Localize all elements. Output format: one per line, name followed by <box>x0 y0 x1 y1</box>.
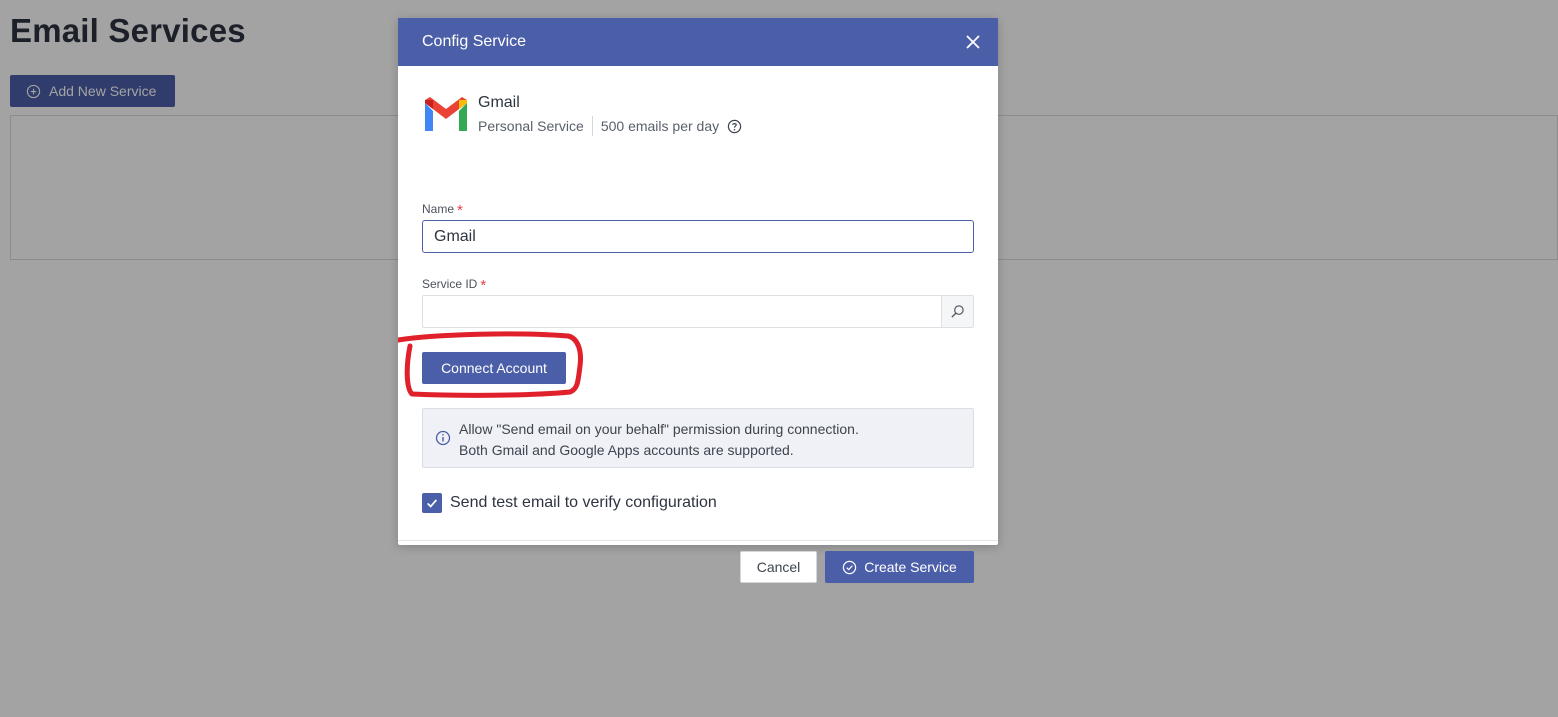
check-icon <box>427 499 438 508</box>
send-test-email-checkbox[interactable] <box>422 493 442 513</box>
search-icon[interactable] <box>941 296 973 327</box>
create-service-label: Create Service <box>864 559 957 575</box>
provider-type: Personal Service <box>478 118 584 134</box>
dialog-header: Config Service <box>398 18 998 66</box>
send-test-email-label: Send test email to verify configuration <box>450 494 717 511</box>
service-id-field <box>422 295 974 328</box>
service-id-input[interactable] <box>423 296 941 327</box>
info-line-2: Both Gmail and Google Apps accounts are … <box>459 442 794 458</box>
info-notice: Allow "Send email on your behalf" permis… <box>422 408 974 468</box>
send-test-email-option[interactable]: Send test email to verify configuration <box>422 493 717 513</box>
info-line-1: Allow "Send email on your behalf" permis… <box>459 421 859 437</box>
provider-name: Gmail <box>478 94 520 111</box>
check-circle-icon <box>843 560 857 574</box>
help-icon[interactable] <box>727 119 742 134</box>
footer-divider <box>398 540 998 541</box>
close-icon[interactable] <box>964 33 982 51</box>
dialog-title: Config Service <box>422 33 527 50</box>
create-service-button[interactable]: Create Service <box>825 551 974 583</box>
connect-account-button[interactable]: Connect Account <box>422 352 566 384</box>
name-input[interactable] <box>422 220 974 253</box>
required-mark: * <box>480 277 487 294</box>
name-field-label: Name * <box>422 202 463 219</box>
provider-info: Gmail Personal Service 500 emails per da… <box>422 94 742 136</box>
cancel-button[interactable]: Cancel <box>740 551 817 583</box>
service-id-label: Service ID * <box>422 277 487 294</box>
config-service-dialog: Config Service Gmail Personal Service 50… <box>398 18 998 583</box>
meta-divider <box>591 116 593 136</box>
gmail-logo <box>425 97 467 131</box>
info-icon <box>435 430 451 446</box>
required-mark: * <box>457 202 463 219</box>
provider-limit: 500 emails per day <box>600 118 720 134</box>
